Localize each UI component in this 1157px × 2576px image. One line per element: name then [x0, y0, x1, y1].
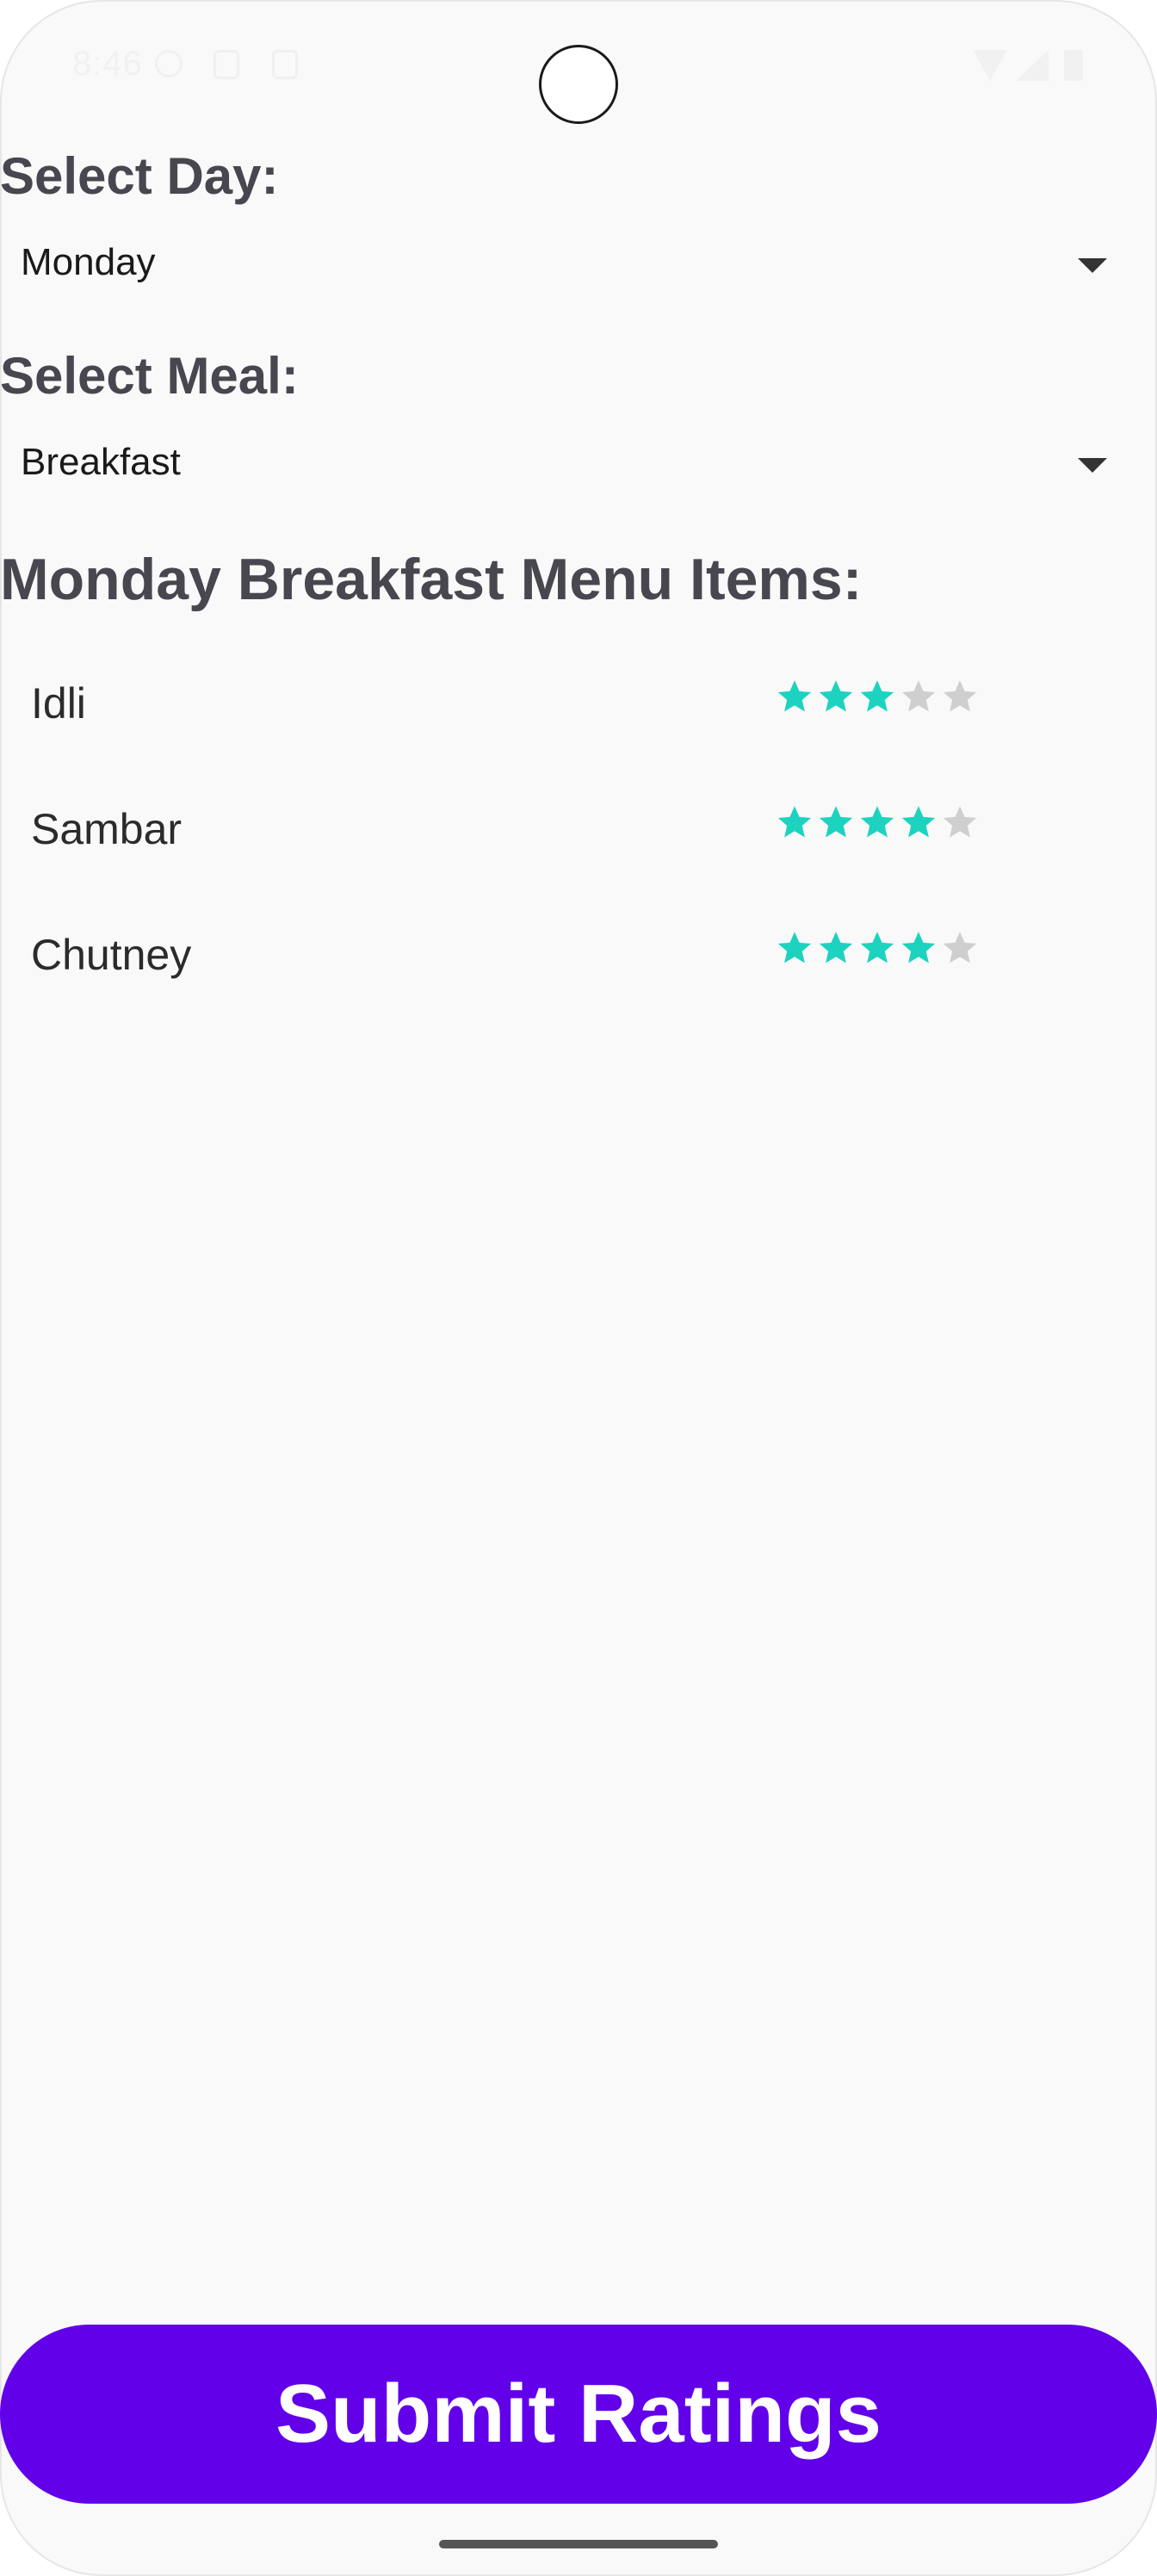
star-empty-icon[interactable]	[940, 928, 980, 968]
vpn-status-icon	[155, 50, 183, 77]
notification-status-icon	[213, 50, 239, 79]
menu-item-row: Idli	[0, 653, 1157, 756]
star-filled-icon[interactable]	[857, 802, 897, 842]
star-filled-icon[interactable]	[857, 928, 897, 968]
signal-icon	[1016, 50, 1049, 81]
menu-item-name: Idli	[31, 679, 86, 728]
submit-ratings-button[interactable]: Submit Ratings	[0, 2325, 1157, 2504]
star-filled-icon[interactable]	[775, 928, 814, 968]
star-filled-icon[interactable]	[816, 802, 856, 842]
rating-bar[interactable]	[775, 677, 980, 716]
star-filled-icon[interactable]	[857, 677, 897, 716]
menu-item-name: Chutney	[31, 931, 192, 979]
battery-icon	[1064, 50, 1083, 81]
status-time: 8:46	[72, 45, 143, 83]
home-indicator[interactable]	[439, 2540, 718, 2548]
select-meal-label: Select Meal:	[0, 347, 299, 405]
day-dropdown[interactable]: Monday	[0, 222, 1157, 308]
star-filled-icon[interactable]	[775, 802, 814, 842]
star-filled-icon[interactable]	[816, 677, 856, 716]
chevron-down-icon	[1078, 258, 1107, 273]
rating-bar[interactable]	[775, 802, 980, 842]
sim-card-icon	[272, 50, 298, 79]
menu-item-name: Sambar	[31, 805, 183, 853]
meal-dropdown-value: Breakfast	[21, 441, 181, 483]
star-filled-icon[interactable]	[816, 928, 856, 968]
rating-bar[interactable]	[775, 928, 980, 968]
chevron-down-icon	[1078, 458, 1107, 473]
menu-items-heading: Monday Breakfast Menu Items:	[0, 547, 863, 612]
status-bar: 8:46	[0, 0, 1157, 138]
wifi-icon	[973, 50, 1007, 81]
star-filled-icon[interactable]	[899, 802, 938, 842]
star-empty-icon[interactable]	[899, 677, 938, 716]
star-filled-icon[interactable]	[899, 928, 938, 968]
menu-item-row: Sambar	[0, 778, 1157, 882]
star-empty-icon[interactable]	[940, 677, 980, 716]
menu-item-row: Chutney	[0, 904, 1157, 1007]
day-dropdown-value: Monday	[21, 241, 156, 283]
meal-dropdown[interactable]: Breakfast	[0, 422, 1157, 508]
star-filled-icon[interactable]	[775, 677, 814, 716]
phone-screen: 8:46 Select Day: Monday Select Meal: Bre…	[0, 0, 1157, 2576]
front-camera	[539, 45, 618, 124]
select-day-label: Select Day:	[0, 147, 279, 205]
star-empty-icon[interactable]	[940, 802, 980, 842]
